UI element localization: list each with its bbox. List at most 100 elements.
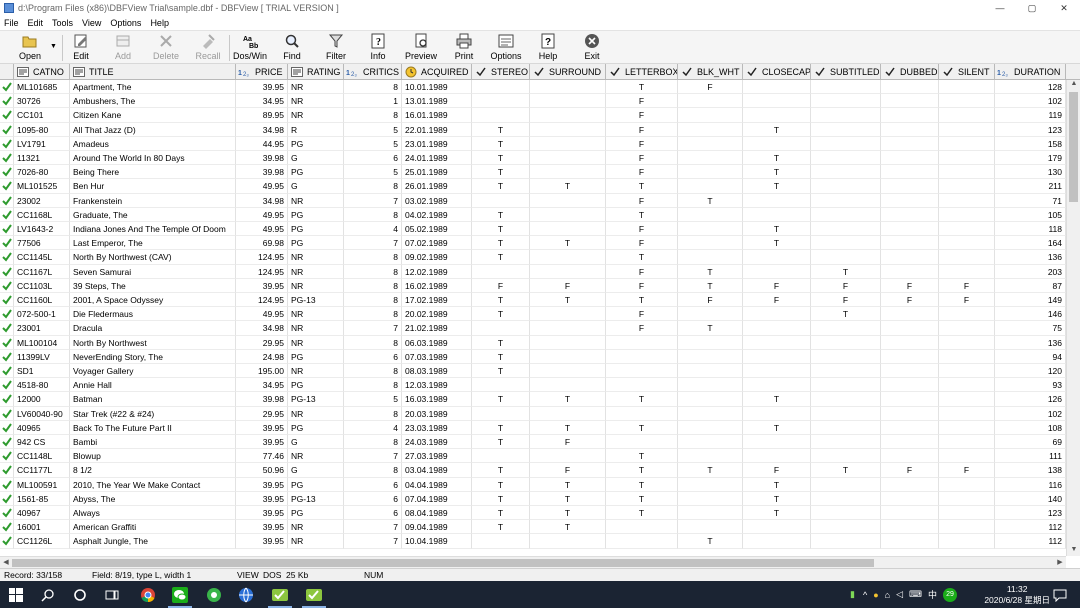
catno-cell[interactable]: 1561-85 <box>14 491 70 506</box>
acquired-cell[interactable]: 16.02.1989 <box>402 278 472 293</box>
acquired-cell[interactable]: 12.02.1989 <box>402 264 472 279</box>
blk-wht-cell[interactable] <box>678 364 743 379</box>
blk-wht-cell[interactable] <box>678 222 743 237</box>
title-cell[interactable]: Seven Samurai <box>70 264 236 279</box>
rating-cell[interactable]: PG <box>288 165 344 180</box>
blk-wht-cell[interactable] <box>678 392 743 407</box>
record-check-icon[interactable] <box>0 293 14 308</box>
price-cell[interactable]: 44.95 <box>236 136 288 151</box>
blk-wht-cell[interactable]: T <box>678 278 743 293</box>
price-cell[interactable]: 39.98 <box>236 165 288 180</box>
title-cell[interactable]: Ben Hur <box>70 179 236 194</box>
menu-help[interactable]: Help <box>150 18 169 28</box>
record-check-icon[interactable] <box>0 477 14 492</box>
input-language[interactable]: 中 <box>928 588 937 601</box>
critics-cell[interactable]: 8 <box>344 264 402 279</box>
catno-cell[interactable]: 30726 <box>14 94 70 109</box>
title-cell[interactable]: Always <box>70 506 236 521</box>
stereo-cell[interactable] <box>472 449 530 464</box>
closecap-cell[interactable] <box>743 435 811 450</box>
price-cell[interactable]: 69.98 <box>236 236 288 251</box>
surround-cell[interactable] <box>530 193 606 208</box>
duration-cell[interactable]: 164 <box>995 236 1066 251</box>
rating-cell[interactable]: NR <box>288 321 344 336</box>
dubbed-cell[interactable] <box>881 335 939 350</box>
surround-cell[interactable]: T <box>530 392 606 407</box>
silent-cell[interactable] <box>939 264 995 279</box>
dubbed-cell[interactable] <box>881 193 939 208</box>
surround-cell[interactable] <box>530 364 606 379</box>
subtitled-cell[interactable] <box>811 406 881 421</box>
catno-cell[interactable]: LV1791 <box>14 136 70 151</box>
record-check-icon[interactable] <box>0 392 14 407</box>
subtitled-cell[interactable] <box>811 378 881 393</box>
stereo-cell[interactable]: T <box>472 506 530 521</box>
table-row[interactable]: LV1791 Amadeus 44.95 PG 5 23.01.1989 T F 158 <box>0 136 1066 151</box>
silent-cell[interactable] <box>939 307 995 322</box>
acquired-cell[interactable]: 27.03.1989 <box>402 449 472 464</box>
subtitled-cell[interactable] <box>811 136 881 151</box>
menu-view[interactable]: View <box>82 18 101 28</box>
letterbox-cell[interactable]: F <box>606 108 678 123</box>
title-cell[interactable]: Dracula <box>70 321 236 336</box>
blk-wht-cell[interactable] <box>678 179 743 194</box>
subtitled-cell[interactable] <box>811 392 881 407</box>
rating-cell[interactable]: PG <box>288 506 344 521</box>
exit-button[interactable]: Exit <box>580 33 604 63</box>
acquired-cell[interactable]: 08.03.1989 <box>402 364 472 379</box>
silent-cell[interactable] <box>939 193 995 208</box>
price-cell[interactable]: 39.95 <box>236 491 288 506</box>
surround-cell[interactable] <box>530 335 606 350</box>
critics-cell[interactable]: 8 <box>344 406 402 421</box>
wechat-icon[interactable] <box>170 585 190 605</box>
duration-cell[interactable]: 87 <box>995 278 1066 293</box>
catno-cell[interactable]: LV60040-90 <box>14 406 70 421</box>
letterbox-cell[interactable] <box>606 520 678 535</box>
subtitled-cell[interactable] <box>811 250 881 265</box>
title-cell[interactable]: Frankenstein <box>70 193 236 208</box>
dubbed-cell[interactable] <box>881 151 939 166</box>
dubbed-cell[interactable] <box>881 207 939 222</box>
price-cell[interactable]: 34.95 <box>236 378 288 393</box>
acquired-cell[interactable]: 03.02.1989 <box>402 193 472 208</box>
closecap-cell[interactable] <box>743 136 811 151</box>
closecap-cell[interactable] <box>743 534 811 549</box>
record-check-icon[interactable] <box>0 136 14 151</box>
rating-cell[interactable]: PG-13 <box>288 293 344 308</box>
table-row[interactable]: CC1168L Graduate, The 49.95 PG 8 04.02.1989 T T… <box>0 207 1066 222</box>
menu-tools[interactable]: Tools <box>52 18 73 28</box>
blk-wht-cell[interactable] <box>678 94 743 109</box>
scroll-down-icon[interactable]: ▼ <box>1067 546 1080 556</box>
critics-cell[interactable]: 8 <box>344 307 402 322</box>
critics-cell[interactable]: 8 <box>344 435 402 450</box>
record-check-icon[interactable] <box>0 80 14 95</box>
duration-cell[interactable]: 102 <box>995 94 1066 109</box>
closecap-cell[interactable] <box>743 250 811 265</box>
closecap-cell[interactable] <box>743 207 811 222</box>
rating-cell[interactable]: NR <box>288 193 344 208</box>
price-cell[interactable]: 24.98 <box>236 349 288 364</box>
title-cell[interactable]: Abyss, The <box>70 491 236 506</box>
catno-cell[interactable]: CC1148L <box>14 449 70 464</box>
surround-cell[interactable] <box>530 136 606 151</box>
subtitled-cell[interactable] <box>811 122 881 137</box>
rating-cell[interactable]: G <box>288 435 344 450</box>
acquired-cell[interactable]: 16.03.1989 <box>402 392 472 407</box>
silent-cell[interactable] <box>939 136 995 151</box>
catno-cell[interactable]: 11399LV <box>14 349 70 364</box>
blk-wht-cell[interactable] <box>678 506 743 521</box>
price-cell[interactable]: 49.95 <box>236 307 288 322</box>
silent-cell[interactable] <box>939 222 995 237</box>
price-cell[interactable]: 39.98 <box>236 151 288 166</box>
letterbox-cell[interactable]: T <box>606 80 678 95</box>
silent-cell[interactable] <box>939 435 995 450</box>
title-cell[interactable]: North By Northwest (CAV) <box>70 250 236 265</box>
silent-cell[interactable] <box>939 491 995 506</box>
dubbed-cell[interactable] <box>881 236 939 251</box>
closecap-cell[interactable] <box>743 193 811 208</box>
col-stereo-header[interactable]: STEREO <box>472 64 530 80</box>
critics-cell[interactable]: 8 <box>344 179 402 194</box>
dos-win-button[interactable]: Aa Bb Dos/Win <box>232 33 268 63</box>
acquired-cell[interactable]: 04.02.1989 <box>402 207 472 222</box>
silent-cell[interactable]: F <box>939 463 995 478</box>
